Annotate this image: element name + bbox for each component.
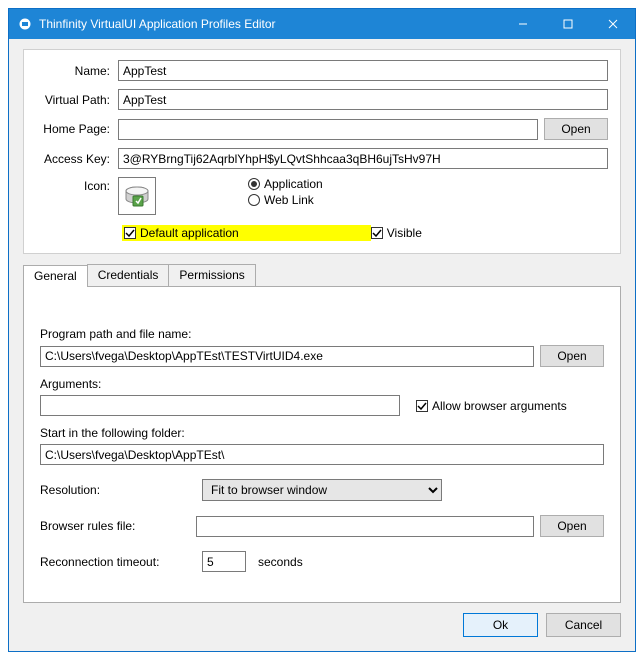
- tab-strip: General Credentials Permissions: [23, 264, 621, 286]
- program-path-open-button[interactable]: Open: [540, 345, 604, 367]
- tab-general[interactable]: General: [23, 265, 88, 287]
- default-application-label: Default application: [140, 226, 239, 240]
- browser-rules-label: Browser rules file:: [40, 519, 190, 533]
- name-label: Name:: [36, 64, 118, 78]
- virtual-path-input[interactable]: [118, 89, 608, 110]
- start-folder-input[interactable]: [40, 444, 604, 465]
- tab-credentials[interactable]: Credentials: [87, 264, 170, 286]
- home-page-label: Home Page:: [36, 122, 118, 136]
- arguments-input[interactable]: [40, 395, 400, 416]
- name-input[interactable]: [118, 60, 608, 81]
- content-area: Name: Virtual Path: Home Page: Open Acce…: [9, 39, 635, 651]
- cancel-button[interactable]: Cancel: [546, 613, 621, 637]
- maximize-button[interactable]: [545, 9, 590, 39]
- tab-permissions[interactable]: Permissions: [168, 264, 255, 286]
- titlebar: Thinfinity VirtualUI Application Profile…: [9, 9, 635, 39]
- home-page-input[interactable]: [118, 119, 538, 140]
- program-path-input[interactable]: [40, 346, 534, 367]
- reconnection-timeout-input[interactable]: [202, 551, 246, 572]
- tabs-container: General Credentials Permissions Program …: [23, 264, 621, 603]
- resolution-label: Resolution:: [40, 483, 190, 497]
- visible-label: Visible: [387, 226, 422, 240]
- icon-label: Icon:: [36, 177, 118, 193]
- reconnection-timeout-label: Reconnection timeout:: [40, 555, 190, 569]
- browser-rules-open-button[interactable]: Open: [540, 515, 604, 537]
- app-window: Thinfinity VirtualUI Application Profile…: [8, 8, 636, 652]
- disk-icon: [122, 181, 152, 211]
- profile-panel: Name: Virtual Path: Home Page: Open Acce…: [23, 49, 621, 254]
- application-radio-label: Application: [264, 177, 323, 191]
- program-path-label: Program path and file name:: [40, 327, 604, 341]
- weblink-radio-label: Web Link: [264, 193, 314, 207]
- browser-rules-input[interactable]: [196, 516, 534, 537]
- start-folder-label: Start in the following folder:: [40, 426, 604, 440]
- minimize-button[interactable]: [500, 9, 545, 39]
- ok-button[interactable]: Ok: [463, 613, 538, 637]
- type-radio-group: Application Web Link: [248, 177, 323, 207]
- access-key-label: Access Key:: [36, 152, 118, 166]
- home-page-open-button[interactable]: Open: [544, 118, 608, 140]
- visible-checkbox[interactable]: Visible: [371, 226, 422, 240]
- weblink-radio[interactable]: Web Link: [248, 193, 323, 207]
- app-icon: [17, 16, 33, 32]
- close-button[interactable]: [590, 9, 635, 39]
- virtual-path-label: Virtual Path:: [36, 93, 118, 107]
- application-radio[interactable]: Application: [248, 177, 323, 191]
- window-title: Thinfinity VirtualUI Application Profile…: [39, 17, 500, 31]
- access-key-input[interactable]: [118, 148, 608, 169]
- tab-panel-general: Program path and file name: Open Argumen…: [23, 286, 621, 603]
- arguments-label: Arguments:: [40, 377, 604, 391]
- default-application-checkbox[interactable]: Default application: [124, 226, 239, 240]
- window-buttons: [500, 9, 635, 39]
- reconnection-timeout-unit: seconds: [258, 555, 303, 569]
- resolution-select[interactable]: Fit to browser window: [202, 479, 442, 501]
- allow-browser-args-checkbox[interactable]: Allow browser arguments: [416, 399, 567, 413]
- dialog-footer: Ok Cancel: [23, 603, 621, 637]
- icon-preview[interactable]: [118, 177, 156, 215]
- allow-browser-args-label: Allow browser arguments: [432, 399, 567, 413]
